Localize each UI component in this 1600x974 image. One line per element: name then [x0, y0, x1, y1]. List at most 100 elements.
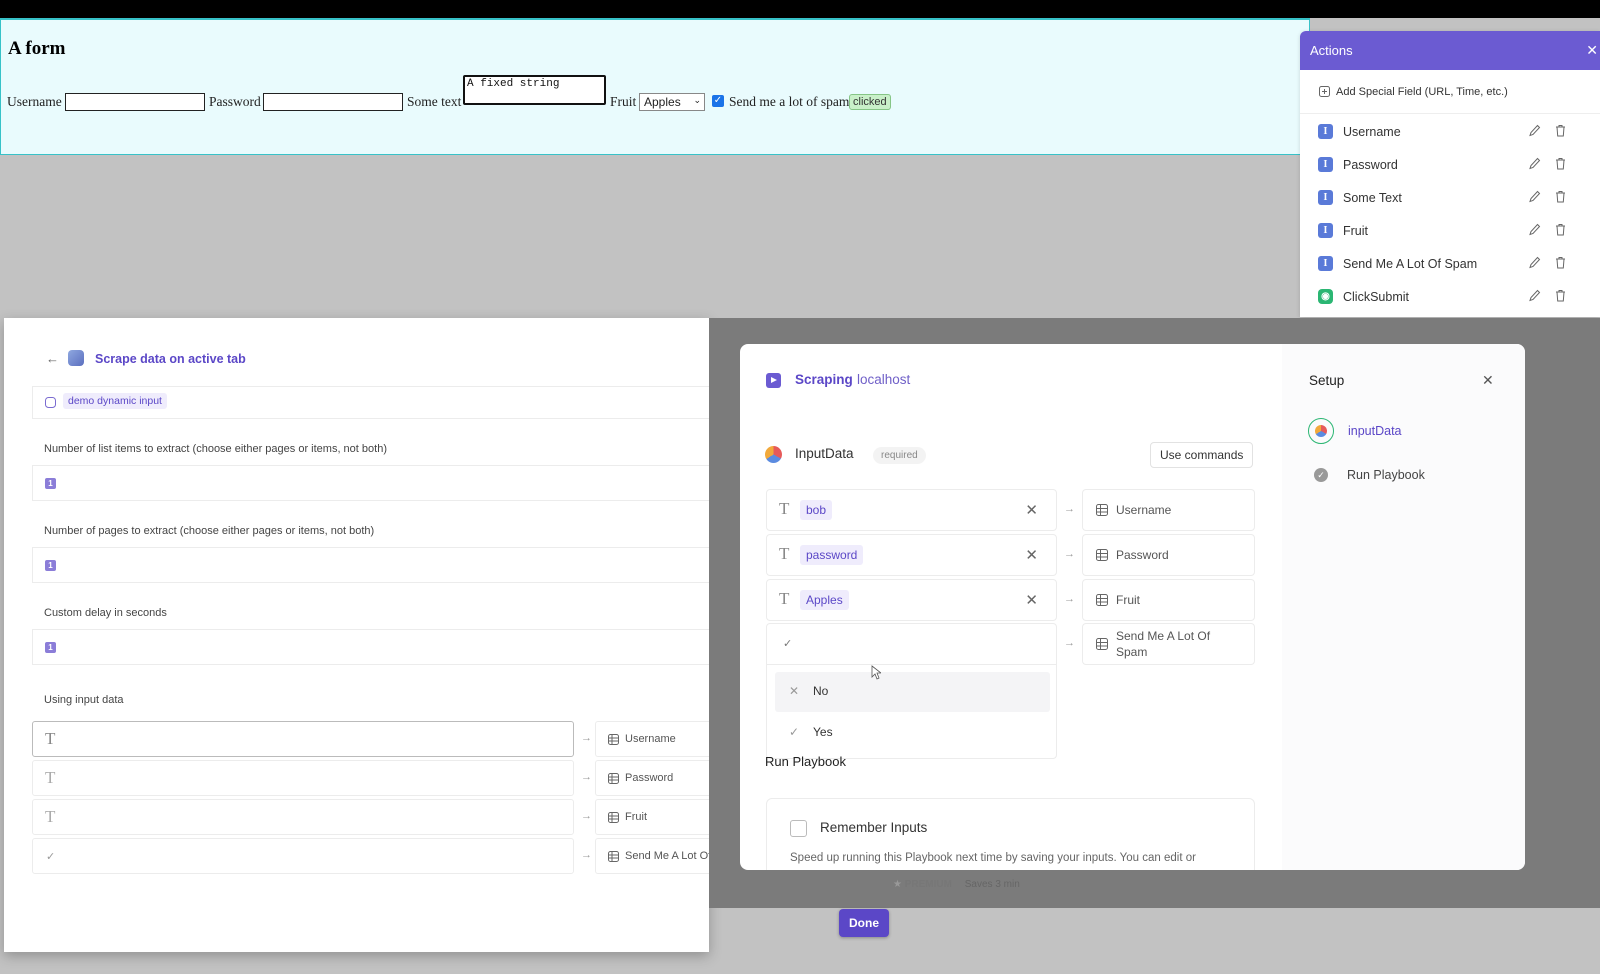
close-icon[interactable]: ✕ — [1025, 591, 1038, 609]
input-value-row-2[interactable]: T password ✕ — [766, 534, 1057, 576]
x-icon: ✕ — [789, 684, 800, 698]
setup-step-run-playbook[interactable]: ✓ Run Playbook — [1308, 462, 1425, 488]
value-pill[interactable]: bob — [800, 500, 833, 520]
tag-pill[interactable]: demo dynamic input — [63, 393, 167, 409]
action-item-label: Password — [1343, 157, 1398, 172]
action-item-username[interactable]: I Username — [1300, 115, 1600, 148]
delay-label: Custom delay in seconds — [44, 607, 167, 619]
text-field-icon: I — [1318, 124, 1333, 139]
pencil-icon[interactable] — [1529, 289, 1541, 302]
divider — [767, 664, 1056, 665]
target-field-username[interactable]: Username — [1082, 489, 1255, 531]
delay-field[interactable]: 1 — [32, 629, 712, 665]
value-pill[interactable]: Apples — [800, 590, 849, 610]
action-item-fruit[interactable]: I Fruit — [1300, 214, 1600, 247]
mapping-input-3[interactable]: T — [32, 799, 574, 835]
trash-icon[interactable] — [1555, 256, 1566, 269]
mapping-target-spam[interactable]: Send Me A Lot Of — [595, 838, 713, 874]
text-field-icon: I — [1318, 157, 1333, 172]
target-field-label: Fruit — [1116, 593, 1140, 607]
boolean-select[interactable]: ✓ ✕ No ✓ Yes — [766, 623, 1057, 759]
input-data-icon — [765, 446, 782, 463]
action-item-label: ClickSubmit — [1343, 289, 1409, 304]
text-field-icon: I — [1318, 256, 1333, 271]
table-icon — [1096, 638, 1108, 650]
back-arrow-icon[interactable]: ← — [46, 351, 59, 366]
close-icon[interactable]: ✕ — [1025, 501, 1038, 519]
form-title: A form — [8, 38, 66, 59]
action-item-label: Fruit — [1343, 223, 1368, 238]
setup-sidebar: Setup ✕ inputData ✓ Run Playbook — [1282, 344, 1525, 870]
browser-top-strip — [0, 0, 1600, 18]
add-special-field-button[interactable]: Add Special Field (URL, Time, etc.) — [1300, 70, 1600, 114]
mapping-target-password[interactable]: Password — [595, 760, 713, 796]
pencil-icon[interactable] — [1529, 256, 1541, 269]
remember-inputs-card: Remember Inputs Speed up running this Pl… — [766, 798, 1255, 870]
mapping-target-fruit[interactable]: Fruit — [595, 799, 713, 835]
option-label: No — [813, 684, 829, 698]
arrow-right-icon: → — [581, 771, 592, 783]
number-icon: 1 — [45, 560, 56, 571]
trash-icon[interactable] — [1555, 124, 1566, 137]
trash-icon[interactable] — [1555, 289, 1566, 302]
pages-field[interactable]: 1 — [32, 547, 712, 583]
submit-button[interactable]: clicked — [849, 94, 891, 110]
password-field[interactable] — [263, 93, 403, 111]
mapping-target-label: Username — [625, 733, 676, 745]
pencil-icon[interactable] — [1529, 223, 1541, 236]
trash-icon[interactable] — [1555, 223, 1566, 236]
table-icon — [608, 811, 619, 823]
remember-inputs-checkbox[interactable] — [790, 820, 807, 837]
use-commands-button[interactable]: Use commands — [1150, 442, 1254, 468]
text-type-icon: T — [45, 729, 56, 748]
pencil-icon[interactable] — [1529, 157, 1541, 170]
playbook-editor-panel: ← Scrape data on active tab demo dynamic… — [4, 318, 713, 952]
arrow-right-icon: → — [1064, 593, 1075, 605]
fruit-select[interactable]: Apples ⌄ — [639, 93, 705, 111]
check-icon: ✓ — [789, 725, 800, 739]
table-icon — [608, 733, 619, 745]
target-field-spam[interactable]: Send Me A Lot Of Spam — [1082, 623, 1255, 665]
pencil-icon[interactable] — [1529, 124, 1541, 137]
arrow-right-icon: → — [1064, 548, 1075, 560]
mapping-input-4[interactable]: ✓ — [32, 838, 574, 874]
required-badge: required — [873, 447, 926, 464]
setup-step-input-data[interactable]: inputData — [1308, 418, 1402, 444]
saves-label: Saves 3 min — [964, 879, 1020, 890]
premium-label: PREMIUM — [904, 879, 952, 890]
trash-icon[interactable] — [1555, 157, 1566, 170]
action-item-click-submit[interactable]: ◉ ClickSubmit — [1300, 280, 1600, 313]
input-value-row-3[interactable]: T Apples ✕ — [766, 579, 1057, 621]
close-icon[interactable]: ✕ — [1025, 546, 1038, 564]
action-item-some-text[interactable]: I Some Text — [1300, 181, 1600, 214]
input-data-title: InputData — [795, 446, 854, 461]
dropdown-option-yes[interactable]: ✓ Yes — [775, 714, 1050, 752]
mouse-cursor-icon — [871, 665, 881, 680]
text-field-icon: I — [1318, 223, 1333, 238]
pencil-icon[interactable] — [1529, 190, 1541, 203]
spam-checkbox[interactable]: ✓ — [712, 95, 724, 107]
actions-panel: Actions ✕ Add Special Field (URL, Time, … — [1300, 31, 1600, 317]
click-icon: ◉ — [1318, 289, 1333, 304]
mapping-input-2[interactable]: T — [32, 760, 574, 796]
target-field-fruit[interactable]: Fruit — [1082, 579, 1255, 621]
close-icon[interactable]: ✕ — [1482, 372, 1494, 389]
mapping-target-username[interactable]: Username — [595, 721, 713, 757]
value-pill[interactable]: password — [800, 545, 864, 565]
text-type-icon: T — [779, 499, 790, 518]
action-item-password[interactable]: I Password — [1300, 148, 1600, 181]
arrow-right-icon: → — [581, 732, 592, 744]
some-text-area[interactable]: A fixed string — [463, 75, 606, 105]
table-icon — [608, 850, 619, 862]
mapping-input-1[interactable]: T — [32, 721, 574, 757]
done-button[interactable]: Done — [839, 909, 889, 937]
target-field-password[interactable]: Password — [1082, 534, 1255, 576]
close-icon[interactable]: ✕ — [1586, 42, 1598, 59]
username-field[interactable] — [65, 93, 205, 111]
dropdown-option-no[interactable]: ✕ No — [775, 672, 1050, 712]
remember-inputs-desc: Speed up running this Playbook next time… — [790, 852, 1196, 864]
trash-icon[interactable] — [1555, 190, 1566, 203]
action-item-spam[interactable]: I Send Me A Lot Of Spam — [1300, 247, 1600, 280]
input-value-row-1[interactable]: T bob ✕ — [766, 489, 1057, 531]
list-items-field[interactable]: 1 — [32, 465, 712, 501]
